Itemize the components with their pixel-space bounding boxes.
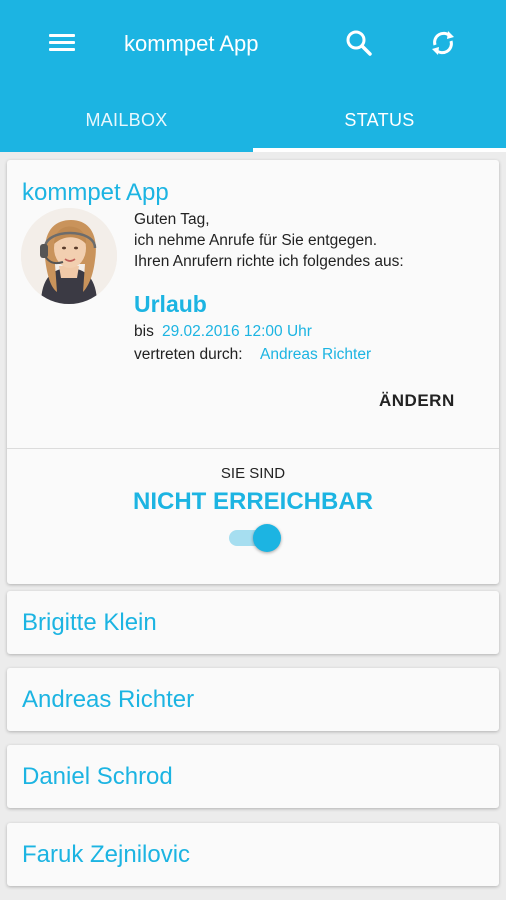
change-button[interactable]: ÄNDERN (379, 386, 469, 416)
message-line: ich nehme Anrufe für Sie entgegen. (134, 232, 377, 249)
tab-mailbox[interactable]: MAILBOX (0, 100, 253, 152)
app-title: kommpet App (124, 31, 259, 56)
contact-name: Andreas Richter (22, 686, 195, 713)
message-line: Ihren Anrufern richte ich folgendes aus: (134, 253, 404, 270)
search-icon[interactable] (342, 26, 376, 60)
contact-name: Brigitte Klein (22, 609, 157, 636)
menu-icon[interactable] (46, 30, 78, 56)
reachability-status: NICHT ERREICHBAR (133, 488, 373, 515)
contact-item[interactable]: Andreas Richter (7, 668, 499, 731)
greeting-line: Guten Tag, (134, 211, 210, 228)
contact-item[interactable]: Daniel Schrod (7, 745, 499, 808)
contact-item[interactable]: Faruk Zejnilovic (7, 823, 499, 886)
reachability-label: SIE SIND (220, 465, 286, 482)
deputy-label: vertreten durch: (134, 346, 243, 363)
deputy-value[interactable]: Andreas Richter (260, 345, 371, 365)
contact-name: Daniel Schrod (22, 763, 173, 790)
contact-name: Faruk Zejnilovic (22, 841, 191, 868)
toggle-thumb (253, 524, 281, 552)
until-label: bis (134, 323, 154, 340)
card-heading: kommpet App (22, 179, 169, 206)
operator-avatar (21, 208, 117, 304)
reachability-toggle[interactable] (227, 522, 283, 552)
refresh-icon[interactable] (426, 26, 460, 60)
absence-type: Urlaub (134, 291, 207, 317)
app-bar: kommpet App MAILBOX STATUS (0, 0, 506, 152)
until-value: 29.02.2016 12:00 Uhr (162, 323, 312, 340)
tab-indicator (253, 148, 506, 152)
status-card: kommpet App Guten Tag, ich nehme Anrufe … (7, 160, 499, 584)
contact-item[interactable]: Brigitte Klein (7, 591, 499, 654)
divider (7, 448, 499, 449)
tab-status[interactable]: STATUS (253, 100, 506, 152)
